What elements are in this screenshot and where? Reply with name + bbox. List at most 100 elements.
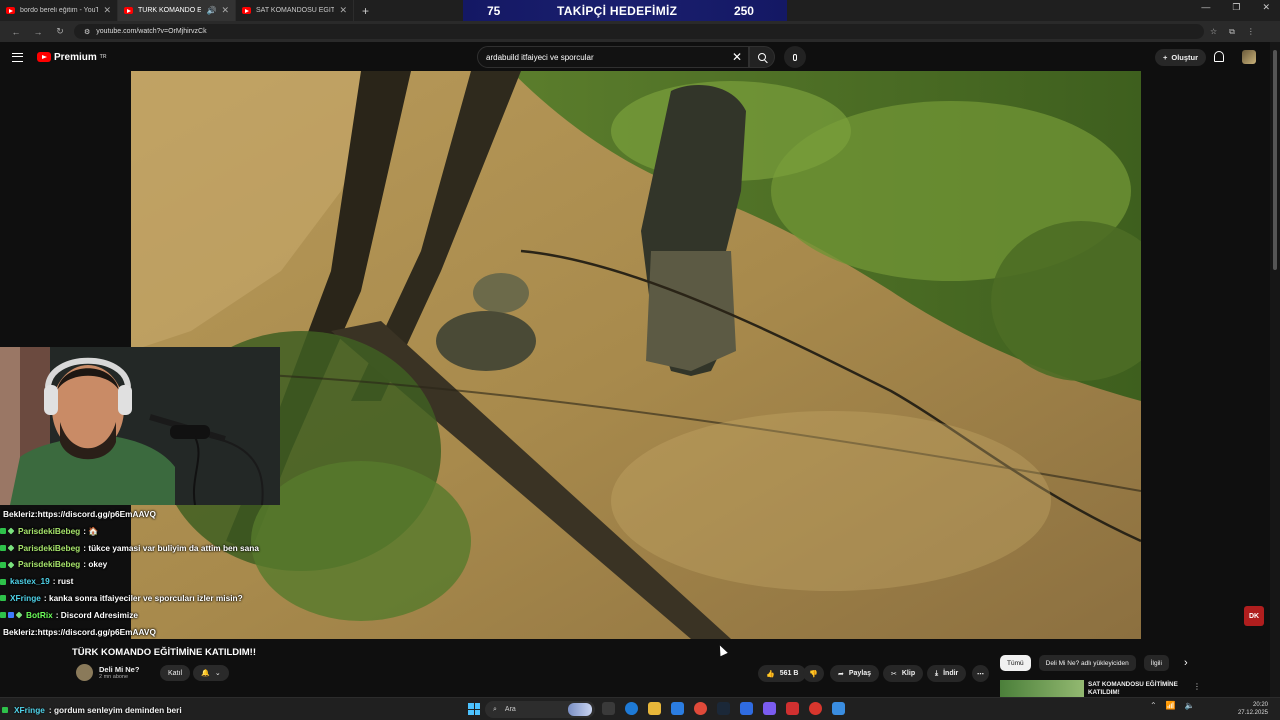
youtube-logo[interactable]: Premium TR bbox=[37, 52, 106, 63]
create-label: Oluştur bbox=[1171, 53, 1199, 62]
clip-button[interactable]: ✂ Klip bbox=[883, 665, 924, 682]
chat-badge-icon bbox=[0, 595, 6, 602]
task-view-icon[interactable] bbox=[602, 702, 615, 715]
voice-search-button[interactable] bbox=[784, 46, 806, 68]
url-field[interactable]: ⚙ youtube.com/watch?v=OrMjhirvzCk bbox=[74, 24, 1204, 39]
subscriber-count: 2 mn abone bbox=[99, 674, 129, 680]
chat-badge-icon bbox=[2, 706, 8, 713]
chip-all[interactable]: Tümü bbox=[1000, 655, 1031, 671]
tray-chevron-icon[interactable]: ⌃ bbox=[1150, 701, 1157, 710]
chat-username[interactable]: ParisdekiBebeg bbox=[18, 523, 80, 540]
new-tab-icon[interactable]: + bbox=[362, 4, 369, 18]
windows-taskbar: XFringe : gordum senleyim deminden beri … bbox=[0, 697, 1280, 720]
scrollbar-thumb[interactable] bbox=[1273, 50, 1277, 270]
telegram-icon[interactable] bbox=[740, 702, 753, 715]
chat-badge-icon bbox=[0, 561, 6, 568]
tab-close-icon[interactable]: ✕ bbox=[221, 5, 229, 16]
download-label: İndir bbox=[943, 670, 959, 677]
minimize-icon[interactable]: — bbox=[1201, 2, 1210, 13]
clock-date: 27.12.2025 bbox=[1237, 710, 1268, 716]
media-app-icon[interactable] bbox=[786, 702, 799, 715]
youtube-header: Premium TR ardabuild itfaiyeci ve sporcu… bbox=[0, 42, 1280, 72]
browser-menu-icon[interactable]: ⋮ bbox=[1247, 27, 1255, 37]
notifications-bell-icon[interactable] bbox=[1214, 51, 1224, 62]
maximize-icon[interactable]: ❐ bbox=[1232, 2, 1240, 13]
settings-app-icon[interactable] bbox=[832, 702, 845, 715]
search-input[interactable]: ardabuild itfaiyeci ve sporcular ✕ bbox=[477, 46, 749, 68]
taskbar-apps bbox=[602, 702, 845, 715]
share-button[interactable]: ➦ Paylaş bbox=[830, 665, 880, 682]
taskbar-search[interactable]: ⌕ Ara bbox=[485, 701, 595, 718]
search-button[interactable] bbox=[749, 46, 775, 68]
youtube-play-icon bbox=[37, 52, 51, 62]
tab-close-icon[interactable]: ✕ bbox=[339, 5, 347, 16]
forward-icon[interactable]: → bbox=[32, 27, 44, 37]
taskbar-search-placeholder: Ara bbox=[504, 706, 516, 713]
speaker-icon[interactable]: 🔊 bbox=[206, 6, 216, 15]
opera-icon[interactable] bbox=[809, 702, 822, 715]
dislike-button[interactable]: 👎 bbox=[803, 665, 824, 682]
tab-close-icon[interactable]: ✕ bbox=[103, 5, 111, 16]
subscribed-bell-button[interactable]: 🔔 ⌄ bbox=[193, 665, 229, 681]
chat-username[interactable]: XFringe bbox=[10, 590, 41, 607]
volume-icon[interactable]: 🔈 bbox=[1185, 701, 1195, 710]
chat-badge-icon bbox=[7, 527, 15, 535]
site-info-icon[interactable]: ⚙ bbox=[84, 28, 90, 36]
chat-text: : Discord Adresimize bbox=[55, 609, 138, 620]
chip-related[interactable]: İlgili bbox=[1143, 655, 1169, 671]
recommended-video-thumbnail[interactable] bbox=[1000, 680, 1084, 697]
channel-name[interactable]: Deli Mi Ne? bbox=[99, 665, 139, 674]
like-button[interactable]: 👍 561 B bbox=[758, 665, 807, 682]
close-window-icon[interactable]: ✕ bbox=[1262, 2, 1270, 13]
network-icon[interactable]: 📶 bbox=[1166, 701, 1176, 710]
chat-badge-icon bbox=[7, 544, 15, 552]
reload-icon[interactable]: ↻ bbox=[54, 26, 66, 37]
chevron-right-icon[interactable]: › bbox=[1184, 657, 1188, 669]
chat-text: : tükce yamasi var buliyim da attim ben … bbox=[83, 542, 259, 553]
clear-search-icon[interactable]: ✕ bbox=[732, 50, 742, 64]
download-button[interactable]: ⤓ İndir bbox=[927, 665, 967, 682]
tab-title: TÜRK KOMANDO EĞİTİMİ bbox=[138, 7, 202, 14]
chat-badge-icon bbox=[0, 612, 6, 619]
steam-icon[interactable] bbox=[717, 702, 730, 715]
system-clock[interactable]: 20:20 27.12.2025 bbox=[1224, 701, 1268, 717]
channel-info[interactable]: Deli Mi Ne? 2 mn abone bbox=[76, 664, 139, 681]
hamburger-menu-icon[interactable] bbox=[12, 52, 23, 62]
share-label: Paylaş bbox=[848, 670, 872, 677]
like-count: 561 B bbox=[779, 670, 799, 677]
goal-current: 75 bbox=[487, 4, 501, 18]
more-vertical-icon[interactable]: ⋮ bbox=[1193, 682, 1201, 691]
chat-badge-icon bbox=[8, 612, 14, 619]
more-actions-button[interactable]: ⋯ bbox=[972, 665, 989, 682]
chat-username[interactable]: BotRix bbox=[26, 607, 53, 624]
extensions-icon[interactable]: ⧉ bbox=[1229, 27, 1235, 37]
recommended-video-title[interactable]: SAT KOMANDOSU EĞİTİMİNE KATILDIM! bbox=[1088, 681, 1180, 697]
url-text: youtube.com/watch?v=OrMjhirvzCk bbox=[96, 28, 207, 35]
chevron-down-icon: ⌄ bbox=[214, 670, 221, 677]
chrome-icon[interactable] bbox=[694, 702, 707, 715]
file-explorer-icon[interactable] bbox=[648, 702, 661, 715]
goal-target: 250 bbox=[733, 4, 754, 18]
channel-avatar[interactable] bbox=[76, 664, 93, 681]
account-avatar[interactable] bbox=[1242, 50, 1256, 64]
bookmark-star-icon[interactable]: ☆ bbox=[1210, 27, 1217, 37]
back-icon[interactable]: ← bbox=[10, 27, 22, 37]
chat-username[interactable]: ParisdekiBebeg bbox=[18, 540, 80, 557]
chip-from-uploader[interactable]: Deli Mi Ne? adlı yükleyiciden bbox=[1038, 655, 1136, 671]
browser-tab-3[interactable]: SAT KOMANDOSU EĞİTİMİNE ✕ bbox=[236, 0, 354, 21]
search-icon bbox=[758, 53, 766, 61]
chat-username[interactable]: kastex_19 bbox=[10, 573, 50, 590]
chat-ticker: XFringe : gordum senleyim deminden beri bbox=[0, 698, 182, 720]
windows-start-icon[interactable] bbox=[468, 703, 480, 715]
thumbs-up-icon: 👍 bbox=[766, 670, 775, 678]
store-icon[interactable] bbox=[671, 702, 684, 715]
page-scrollbar[interactable] bbox=[1270, 42, 1280, 697]
discord-icon[interactable] bbox=[763, 702, 776, 715]
browser-tab-2[interactable]: TÜRK KOMANDO EĞİTİMİ 🔊 ✕ bbox=[118, 0, 236, 21]
create-button[interactable]: + Oluştur bbox=[1155, 49, 1207, 66]
join-button[interactable]: Katıl bbox=[160, 665, 191, 681]
browser-tab-1[interactable]: bordo bereli eğitim - YouTube ✕ bbox=[0, 0, 118, 21]
edge-icon[interactable] bbox=[625, 702, 638, 715]
chat-username[interactable]: ParisdekiBebeg bbox=[18, 556, 80, 573]
chat-text: : okey bbox=[83, 559, 108, 570]
